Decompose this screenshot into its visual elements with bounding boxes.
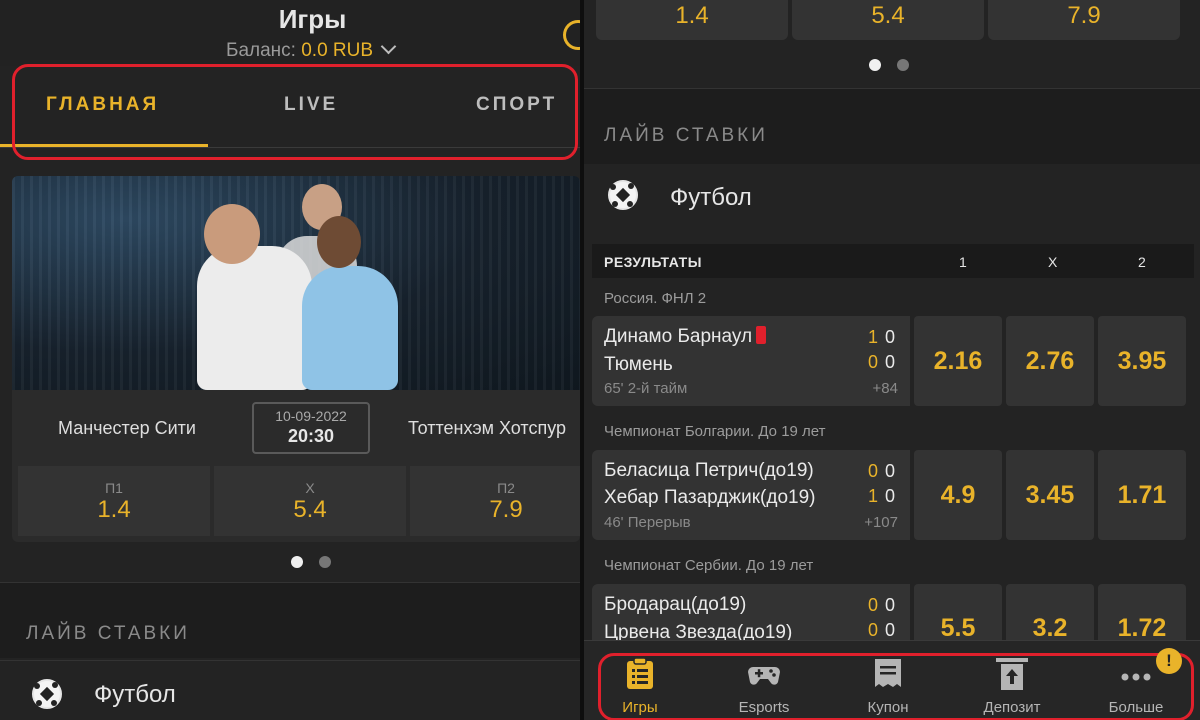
sport-row-football[interactable]: Футбол <box>0 660 580 720</box>
results-header: РЕЗУЛЬТАТЫ 1 X 2 <box>592 244 1194 278</box>
score: 0 <box>868 620 879 640</box>
carousel-dot[interactable] <box>869 59 881 71</box>
score: 1 <box>868 327 879 347</box>
balance-selector[interactable]: Баланс: 0.0 RUB <box>0 38 580 62</box>
odd-value: 1.4 <box>675 2 709 29</box>
section-title: ЛАЙВ СТАВКИ <box>26 623 190 644</box>
col-x-header: X <box>1048 254 1058 270</box>
left-screen: Игры Баланс: 0.0 RUB ГЛАВНАЯ LIVE СПОРТ … <box>0 0 580 720</box>
page-title: Игры <box>278 4 347 34</box>
football-icon <box>32 679 62 709</box>
red-card-icon <box>756 326 767 344</box>
team-1-name: Динамо Барнаул <box>604 326 753 347</box>
more-markets: +107 <box>864 514 898 531</box>
odd-home-button[interactable]: П1 1.4 <box>18 466 210 536</box>
score: 0 <box>885 352 896 372</box>
live-bets-section: ЛАЙВ СТАВКИ <box>0 582 580 658</box>
home-team: Манчестер Сити <box>58 418 196 438</box>
col-2-header: 2 <box>1138 254 1146 270</box>
odd-away-button[interactable]: П2 7.9 <box>410 466 580 536</box>
odd-value: 5.4 <box>871 2 905 29</box>
carousel-dot[interactable] <box>291 556 303 568</box>
more-markets: +84 <box>872 380 898 397</box>
odd-label: П2 <box>497 480 515 496</box>
score: 0 <box>868 595 879 615</box>
odd-away-button[interactable]: 7.9 <box>988 0 1180 40</box>
match-info: Манчестер Сити 10-09-2022 20:30 Тоттенхэ… <box>12 390 580 466</box>
score: 0 <box>885 620 896 640</box>
score: 0 <box>868 352 879 372</box>
bottom-navigation: Игры Esports Купон Депозит Больше <box>584 640 1200 720</box>
odd-value: 7.9 <box>1067 2 1101 29</box>
carousel-dot[interactable] <box>897 59 909 71</box>
sport-name: Футбол <box>94 681 176 708</box>
odd-2-button[interactable]: 3.95 <box>1098 316 1186 406</box>
team-name: Динамо Барнаул <box>604 326 767 348</box>
league-name: Чемпионат Сербии. До 19 лет <box>604 557 814 574</box>
league-name: Россия. ФНЛ 2 <box>604 290 707 307</box>
odd-x-button[interactable]: 2.76 <box>1006 316 1094 406</box>
notification-badge: ! <box>1156 648 1182 674</box>
match-status: 46' Перерыв <box>604 514 691 531</box>
balance-amount: 0.0 RUB <box>301 40 374 61</box>
match-date: 10-09-2022 <box>275 408 347 424</box>
results-label: РЕЗУЛЬТАТЫ <box>604 254 702 270</box>
match-teams[interactable]: Беласица Петрич(до19) Хебар Пазарджик(до… <box>592 450 910 540</box>
team-1-name: Бродарац(до19) <box>604 594 747 615</box>
match-status: 65' 2-й тайм <box>604 380 688 397</box>
football-icon <box>608 180 638 210</box>
away-team: Тоттенхэм Хотспур <box>408 418 567 438</box>
match-datetime: 10-09-2022 20:30 <box>252 402 370 454</box>
score: 0 <box>885 327 896 347</box>
odd-2-button[interactable]: 1.71 <box>1098 450 1186 540</box>
featured-match-card[interactable]: Манчестер Сити 10-09-2022 20:30 Тоттенхэ… <box>12 176 580 542</box>
odd-value: 1.4 <box>97 496 131 523</box>
league-name: Чемпионат Болгарии. До 19 лет <box>604 423 826 440</box>
player-head <box>317 216 361 268</box>
featured-odds-partial: 1.4 5.4 7.9 <box>596 0 1196 40</box>
section-title: ЛАЙВ СТАВКИ <box>604 125 768 146</box>
team-2-name: Хебар Пазарджик(до19) <box>604 487 816 508</box>
carousel-dot[interactable] <box>319 556 331 568</box>
score: 0 <box>868 461 879 481</box>
match-time: 20:30 <box>287 426 335 446</box>
live-bets-section: ЛАЙВ СТАВКИ <box>584 88 1200 164</box>
header: Игры Баланс: 0.0 RUB <box>0 0 580 66</box>
odd-x-button[interactable]: 3.45 <box>1006 450 1094 540</box>
match-row: Беласица Петрич(до19) Хебар Пазарджик(до… <box>592 450 1194 540</box>
featured-odds: П1 1.4 Х 5.4 П2 7.9 <box>18 466 580 536</box>
team-1-name: Беласица Петрич(до19) <box>604 460 814 481</box>
match-photo <box>12 176 580 390</box>
player-head <box>204 204 260 264</box>
odd-value: 7.9 <box>489 496 523 523</box>
team-2-name: Тюмень <box>604 354 673 375</box>
score: 0 <box>885 486 896 506</box>
tabs-highlight-outline <box>12 64 578 160</box>
score: 0 <box>885 595 896 615</box>
score: 0 <box>885 461 896 481</box>
col-1-header: 1 <box>959 254 967 270</box>
nav-highlight-outline <box>598 653 1194 720</box>
odd-1-button[interactable]: 2.16 <box>914 316 1002 406</box>
odd-home-button[interactable]: 1.4 <box>596 0 788 40</box>
player-figure <box>302 266 398 390</box>
odd-draw-button[interactable]: 5.4 <box>792 0 984 40</box>
sport-name: Футбол <box>670 184 752 211</box>
chevron-down-icon <box>380 38 397 55</box>
balance-label: Баланс: <box>225 40 302 61</box>
odd-label: П1 <box>105 480 123 496</box>
score: 1 <box>868 486 879 506</box>
right-screen: 1.4 5.4 7.9 ЛАЙВ СТАВКИ Футбол РЕЗУЛЬТАТ… <box>584 0 1200 720</box>
match-teams[interactable]: Динамо Барнаул Тюмень 1 0 0 0 65' 2-й та… <box>592 316 910 406</box>
odd-value: 5.4 <box>293 496 327 523</box>
odd-draw-button[interactable]: Х 5.4 <box>214 466 406 536</box>
player-figure <box>197 246 312 390</box>
match-row: Динамо Барнаул Тюмень 1 0 0 0 65' 2-й та… <box>592 316 1194 406</box>
odd-1-button[interactable]: 4.9 <box>914 450 1002 540</box>
odd-label: Х <box>305 480 315 496</box>
sport-row-football[interactable]: Футбол <box>584 164 1200 234</box>
